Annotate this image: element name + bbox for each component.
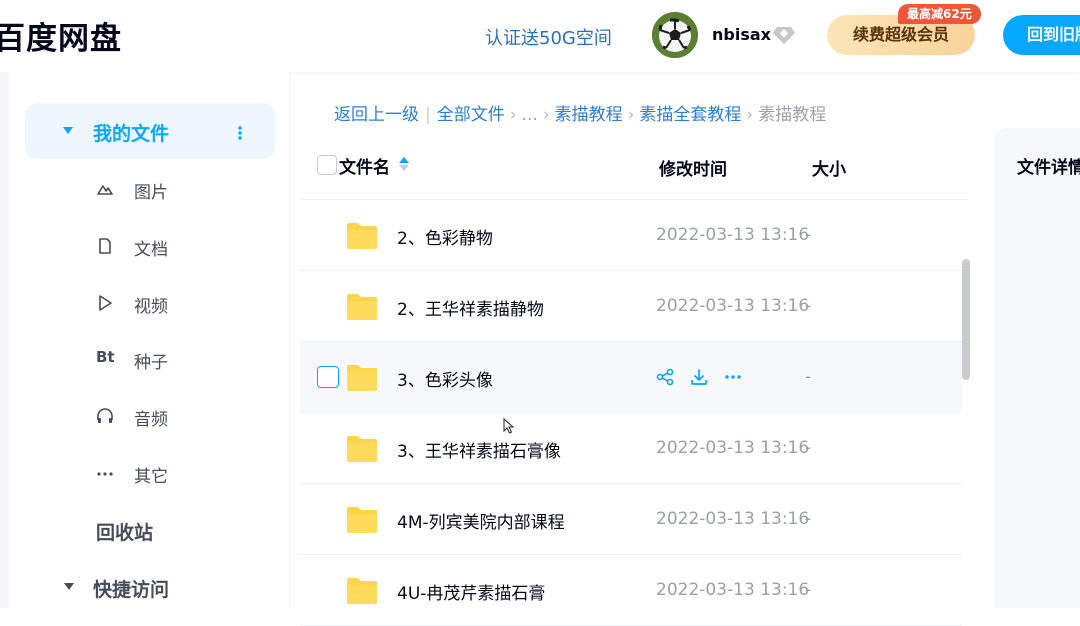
file-name[interactable]: 2、色彩静物 (397, 224, 493, 249)
my-files-label: 我的文件 (93, 123, 170, 145)
breadcrumb-separator: › (509, 105, 517, 125)
table-row[interactable]: 2、色彩静物 2022-03-13 13:16 - (300, 200, 962, 271)
sidebar-item-label: 文档 (134, 240, 168, 260)
sidebar-item-label: 图片 (134, 183, 168, 203)
username[interactable]: nbisax (712, 25, 771, 44)
table-row[interactable]: 2、王华祥素描静物 2022-03-13 13:16 - (300, 271, 962, 342)
document-icon (99, 238, 111, 254)
verify-link[interactable]: 认证送50G空间 (485, 24, 612, 50)
file-time: 2022-03-13 13:16 (656, 296, 810, 316)
sidebar-item-quick-access[interactable]: 快捷访问 (93, 575, 169, 602)
back-link[interactable]: 返回上一级 (334, 105, 419, 125)
file-size: - (805, 580, 812, 600)
column-header-size[interactable]: 大小 (812, 155, 846, 180)
vertical-more-icon[interactable] (233, 125, 247, 141)
more-actions-icon[interactable] (724, 368, 742, 386)
table-row[interactable]: 4U-冉茂芹素描石膏 2022-03-13 13:16 - (300, 555, 962, 626)
file-name[interactable]: 4M-列宾美院内部课程 (397, 508, 565, 533)
sidebar-item-audio[interactable]: 音频 (96, 403, 246, 430)
sidebar-item-label: 种子 (134, 353, 168, 373)
folder-icon (347, 365, 377, 391)
old-version-button[interactable]: 回到旧版 (1003, 15, 1080, 55)
sidebar-item-recycle-bin[interactable]: 回收站 (96, 518, 153, 545)
top-header: 百度网盘 认证送50G空间 nbisax 续费超级会员 最高减62元 回到旧版 (0, 0, 1080, 72)
file-list-header: 文件名 修改时间 大小 (300, 146, 968, 200)
breadcrumb-current: 素描教程 (758, 105, 827, 125)
avatar[interactable] (652, 12, 698, 58)
table-row[interactable]: 3、王华祥素描石膏像 2022-03-13 13:16 - (300, 413, 962, 484)
file-name[interactable]: 3、王华祥素描石膏像 (397, 437, 561, 462)
file-name[interactable]: 2、王华祥素描静物 (397, 295, 544, 320)
sidebar-item-torrents[interactable]: Bt 种子 (96, 346, 246, 373)
file-name[interactable]: 4U-冉茂芹素描石膏 (397, 579, 545, 604)
list-scrollbar[interactable] (962, 259, 970, 380)
file-time: 2022-03-13 13:16 (656, 438, 810, 458)
diamond-icon[interactable] (772, 24, 796, 46)
folder-icon (347, 223, 377, 249)
file-time: 2022-03-13 13:16 (656, 580, 810, 600)
headphones-icon (97, 408, 113, 423)
breadcrumb: 返回上一级 | 全部文件 ›... › 素描教程 › 素描全套教程 › 素描教程 (334, 100, 826, 125)
folder-icon (347, 578, 377, 604)
app-logo[interactable]: 百度网盘 (0, 13, 122, 58)
mouse-cursor-icon (503, 418, 515, 434)
file-time: 2022-03-13 13:16 (656, 509, 810, 529)
breadcrumb-ellipsis[interactable]: ... (522, 105, 538, 125)
file-name[interactable]: 3、色彩头像 (397, 366, 493, 391)
more-icon (97, 472, 113, 476)
column-header-time[interactable]: 修改时间 (659, 155, 727, 180)
sort-icon[interactable] (398, 155, 410, 173)
row-checkbox[interactable] (317, 366, 339, 388)
file-size: - (805, 509, 812, 529)
expand-triangle-icon[interactable] (64, 583, 74, 590)
breadcrumb-path2[interactable]: 素描全套教程 (639, 105, 741, 125)
file-size: - (805, 225, 812, 245)
select-all-checkbox[interactable] (317, 155, 337, 175)
sidebar-item-my-files[interactable]: 我的文件 (25, 103, 275, 159)
folder-icon (347, 507, 377, 533)
sidebar-item-label: 其它 (134, 467, 168, 487)
column-header-name[interactable]: 文件名 (339, 153, 390, 178)
table-row[interactable]: 4M-列宾美院内部课程 2022-03-13 13:16 - (300, 484, 962, 555)
sidebar-edge (0, 72, 9, 608)
file-list: 2、色彩静物 2022-03-13 13:16 - 2、王华祥素描静物 2022… (300, 200, 962, 626)
image-icon (97, 185, 113, 195)
collapse-triangle-icon[interactable] (63, 127, 73, 134)
logo-prefix: 百 (0, 21, 26, 57)
soccer-ball-icon (652, 12, 698, 58)
discount-badge: 最高减62元 (898, 4, 981, 24)
breadcrumb-divider: | (425, 105, 431, 125)
breadcrumb-all-files[interactable]: 全部文件 (437, 105, 505, 125)
share-icon[interactable] (656, 368, 674, 386)
bt-icon: Bt (96, 348, 115, 366)
folder-icon (347, 436, 377, 462)
breadcrumb-separator: › (627, 105, 635, 125)
folder-icon (347, 294, 377, 320)
sidebar-item-videos[interactable]: 视频 (96, 290, 246, 317)
file-detail-panel (994, 128, 1080, 608)
sidebar-item-documents[interactable]: 文档 (96, 233, 246, 260)
sidebar-item-images[interactable]: 图片 (96, 176, 246, 203)
file-size: - (805, 296, 812, 316)
breadcrumb-path1[interactable]: 素描教程 (555, 105, 623, 125)
logo-text: 度网盘 (26, 21, 122, 57)
file-detail-title: 文件详情 (1017, 158, 1080, 178)
breadcrumb-separator: › (542, 105, 550, 125)
sidebar-item-label: 音频 (134, 410, 168, 430)
sidebar-item-label: 视频 (134, 297, 168, 317)
download-icon[interactable] (690, 368, 708, 386)
file-time: 2022-03-13 13:16 (656, 225, 810, 245)
breadcrumb-separator: › (746, 105, 754, 125)
file-size: - (805, 438, 812, 458)
table-row[interactable]: 3、色彩头像 - (300, 342, 962, 413)
sidebar-item-others[interactable]: 其它 (96, 460, 246, 487)
video-icon (99, 295, 112, 311)
file-size: - (805, 367, 812, 387)
